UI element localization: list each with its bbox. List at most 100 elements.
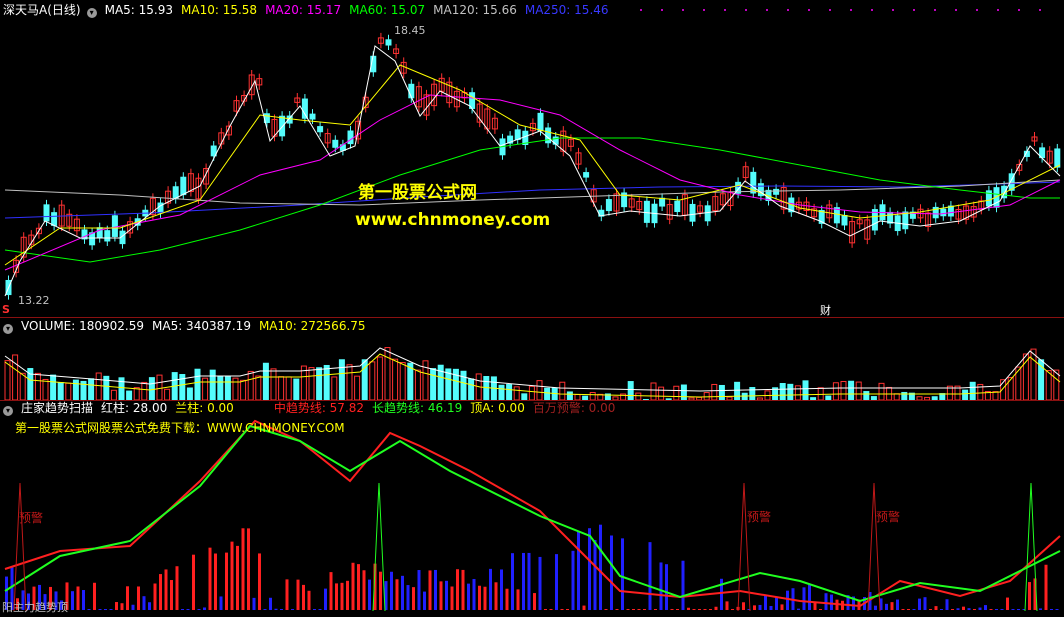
blue-bar bbox=[434, 569, 437, 610]
volume-bar bbox=[969, 381, 976, 400]
blue-bar bbox=[219, 596, 223, 610]
price-chart[interactable] bbox=[0, 0, 1064, 317]
blue-bar bbox=[775, 597, 778, 610]
blue-bar bbox=[148, 602, 151, 610]
candle-body bbox=[309, 113, 316, 120]
finance-marker[interactable]: 财 bbox=[820, 302, 831, 318]
blue-bar bbox=[181, 609, 184, 610]
top-marker-dot bbox=[787, 9, 789, 11]
red-bar bbox=[230, 541, 234, 610]
blue-bar bbox=[522, 552, 525, 610]
volume-bar bbox=[194, 368, 201, 400]
period-label: (日线) bbox=[47, 3, 81, 17]
volume-bar bbox=[992, 391, 999, 400]
candle-body bbox=[514, 129, 521, 141]
blue-bar bbox=[1017, 609, 1020, 610]
red-bar bbox=[725, 601, 729, 610]
volume-bar bbox=[42, 378, 49, 400]
indicator-toggle-icon[interactable]: ▾ bbox=[3, 406, 13, 416]
volume-bar bbox=[148, 377, 155, 400]
blue-bar bbox=[599, 524, 602, 610]
volume-bar bbox=[4, 360, 11, 400]
volume-bar bbox=[209, 369, 216, 400]
candle-body bbox=[704, 205, 711, 222]
volume-bar bbox=[376, 356, 383, 400]
red-bar bbox=[951, 609, 954, 610]
red-bar bbox=[901, 609, 905, 610]
volume-bar bbox=[787, 383, 794, 400]
red-bar bbox=[973, 609, 976, 610]
blue-bar bbox=[1055, 609, 1059, 610]
settings-toggle-icon[interactable]: ▾ bbox=[86, 8, 97, 18]
ma5-legend: MA5: 15.93 bbox=[104, 3, 174, 17]
volume-bar bbox=[19, 372, 26, 400]
bottom-left-label: 阳主力趋势顶 bbox=[2, 601, 68, 614]
price-panel[interactable]: 深天马A(日线) ▾ MA5: 15.93 MA10: 15.58 MA20: 15.1… bbox=[0, 0, 1064, 317]
red-bar bbox=[461, 569, 465, 610]
red-bar bbox=[225, 552, 228, 610]
sell-marker: S bbox=[2, 303, 10, 316]
red-bar bbox=[329, 572, 333, 610]
red-bar bbox=[654, 609, 657, 610]
warning-label-1: 预警 bbox=[19, 511, 44, 525]
candle-body bbox=[96, 227, 103, 239]
candle-body bbox=[43, 204, 50, 222]
warning-label-2: 预警 bbox=[747, 510, 772, 524]
red-bar bbox=[170, 580, 173, 610]
blue-bar bbox=[527, 552, 531, 610]
blue-bar bbox=[401, 575, 404, 610]
blue-bar bbox=[467, 583, 470, 610]
vol-ma5-legend: MA5: 340387.19 bbox=[152, 319, 251, 333]
blue-bar bbox=[830, 594, 833, 610]
candle-body bbox=[659, 197, 666, 207]
candle-body bbox=[180, 176, 187, 196]
red-bar bbox=[560, 609, 564, 610]
red-bar bbox=[626, 609, 630, 610]
blue-bar bbox=[318, 609, 322, 610]
volume-bar bbox=[34, 372, 41, 400]
blue-bar bbox=[197, 609, 201, 610]
volume-bar bbox=[855, 381, 862, 400]
candle-body bbox=[887, 211, 894, 224]
top-marker-dot bbox=[1039, 9, 1041, 11]
red-bar-value: 红柱: 28.00 bbox=[101, 401, 168, 415]
top-marker-dot bbox=[745, 9, 747, 11]
indicator-header: ▾ 庄家趋势扫描 红柱: 28.00 兰柱: 0.00 中趋势线: 57.82 长趋势线:… bbox=[3, 401, 623, 416]
top-marker-dot bbox=[829, 9, 831, 11]
red-bar bbox=[819, 609, 822, 610]
blue-bar bbox=[648, 542, 652, 610]
blue-bar bbox=[280, 609, 283, 610]
candle-body bbox=[301, 98, 308, 119]
vol-ma10-legend: MA10: 272566.75 bbox=[258, 319, 366, 333]
volume-bar bbox=[399, 362, 406, 400]
top-marker-dot bbox=[850, 9, 852, 11]
volume-toggle-icon[interactable]: ▾ bbox=[3, 324, 13, 334]
volume-bar bbox=[1045, 370, 1052, 400]
red-bar bbox=[582, 605, 586, 610]
red-bar bbox=[126, 586, 129, 610]
candle-body bbox=[104, 230, 111, 242]
blue-bar bbox=[945, 599, 949, 610]
red-bar bbox=[780, 604, 784, 610]
indicator-panel[interactable]: ▾ 庄家趋势扫描 红柱: 28.00 兰柱: 0.00 中趋势线: 57.82 长趋势线:… bbox=[0, 401, 1064, 617]
blue-bar bbox=[918, 598, 921, 610]
watermark-url: www.chnmoney.com bbox=[355, 210, 551, 230]
mid-trend-line bbox=[4, 419, 1061, 608]
volume-panel[interactable]: ▾ VOLUME: 180902.59 MA5: 340387.19 MA10: 27… bbox=[0, 318, 1064, 400]
volume-bar bbox=[50, 374, 57, 400]
blue-bar bbox=[489, 568, 492, 610]
volume-bar bbox=[1022, 353, 1029, 400]
blue-bar bbox=[923, 597, 927, 610]
candle-body bbox=[841, 214, 848, 226]
blue-bar bbox=[1000, 609, 1004, 610]
volume-bar bbox=[794, 385, 801, 400]
blue-bar bbox=[98, 609, 102, 610]
volume-bar bbox=[430, 368, 437, 400]
blue-bar bbox=[555, 554, 558, 610]
ma60-legend: MA60: 15.07 bbox=[349, 3, 426, 17]
blue-bar bbox=[1011, 609, 1015, 610]
blue-bar bbox=[538, 556, 542, 610]
indicator-subtitle: 第一股票公式网股票公式免费下载：WWW.CHNMONEY.COM bbox=[15, 421, 345, 435]
red-bar bbox=[247, 528, 250, 610]
candle-body bbox=[773, 188, 780, 195]
